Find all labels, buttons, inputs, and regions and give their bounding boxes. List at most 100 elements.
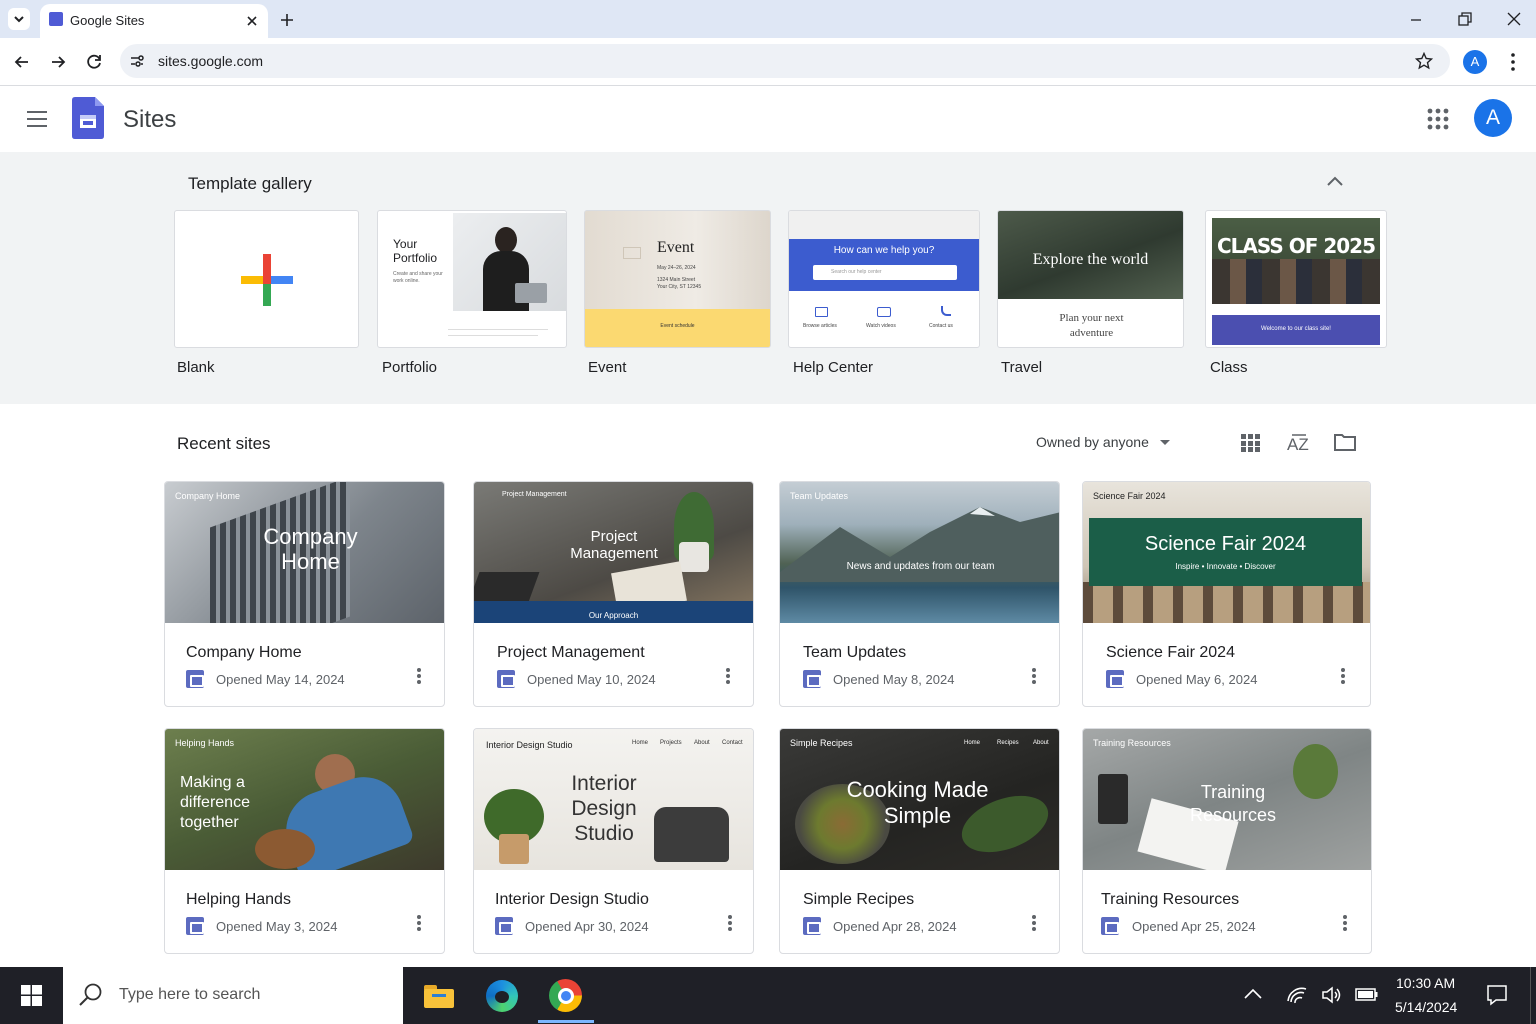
thumb-site-label: Project Management xyxy=(502,491,567,498)
phone-icon xyxy=(941,306,951,316)
sort-az-icon[interactable]: AZ xyxy=(1286,432,1310,454)
site-card-training-resources[interactable]: Training Resources Training Resources Tr… xyxy=(1082,728,1372,954)
chrome-browser-icon[interactable] xyxy=(549,979,582,1012)
wifi-icon[interactable] xyxy=(1286,985,1308,1005)
close-tab-icon[interactable] xyxy=(245,14,259,28)
thumb-footer: Our Approach xyxy=(588,611,639,620)
more-options-icon[interactable] xyxy=(1341,913,1349,935)
sites-doc-icon xyxy=(495,917,513,935)
site-card-interior-design[interactable]: Interior Design Studio Home Projects Abo… xyxy=(473,728,754,954)
template-blank[interactable] xyxy=(174,210,359,348)
more-options-icon[interactable] xyxy=(415,913,423,935)
help-thumb-link: Contact us xyxy=(929,323,953,329)
site-name: Interior Design Studio xyxy=(495,891,649,908)
more-options-icon[interactable] xyxy=(1339,666,1347,688)
thumb-nav-item: Recipes xyxy=(997,740,1019,746)
collapse-gallery-icon[interactable] xyxy=(1326,174,1344,188)
site-card-simple-recipes[interactable]: Simple Recipes Home Recipes About Cookin… xyxy=(779,728,1060,954)
owner-filter-dropdown[interactable]: Owned by anyone xyxy=(1036,434,1170,454)
grid-view-icon[interactable] xyxy=(1241,434,1261,452)
template-label: Event xyxy=(588,359,627,376)
close-window-icon[interactable] xyxy=(1505,10,1523,28)
event-thumb-date: May 24–26, 2024 xyxy=(657,265,696,271)
new-tab-icon[interactable] xyxy=(279,12,295,28)
browser-menu-icon[interactable] xyxy=(1506,52,1520,72)
help-thumb-search: Search our help center xyxy=(813,265,957,280)
template-travel[interactable]: Explore the world Plan your next adventu… xyxy=(997,210,1184,348)
restore-icon[interactable] xyxy=(1456,10,1474,28)
video-icon xyxy=(877,307,891,317)
browser-toolbar: sites.google.com A xyxy=(0,38,1536,86)
thumb-site-label: Team Updates xyxy=(790,491,849,501)
url-text: sites.google.com xyxy=(158,53,264,69)
thumb-nav-item: Projects xyxy=(660,740,682,746)
thumb-nav-item: Home xyxy=(964,740,981,746)
dropdown-arrow-icon xyxy=(1160,440,1170,445)
back-icon[interactable] xyxy=(12,52,32,72)
site-opened-date: Opened May 8, 2024 xyxy=(833,672,955,687)
main-menu-icon[interactable] xyxy=(26,108,48,130)
minimize-icon[interactable] xyxy=(1408,12,1424,28)
site-name: Science Fair 2024 xyxy=(1106,644,1235,661)
more-options-icon[interactable] xyxy=(724,666,732,688)
site-card-company-home[interactable]: Company Home Company Home Company Home O… xyxy=(164,481,445,707)
more-options-icon[interactable] xyxy=(1030,913,1038,935)
portfolio-thumb-sub: Create and share your work online. xyxy=(393,271,443,284)
site-opened-date: Opened May 3, 2024 xyxy=(216,919,338,934)
template-class[interactable]: CLASS OF 2025 Welcome to our class site! xyxy=(1205,210,1387,348)
sites-doc-icon xyxy=(1101,917,1119,935)
portfolio-photo xyxy=(453,213,566,311)
more-options-icon[interactable] xyxy=(726,913,734,935)
windows-start-icon[interactable] xyxy=(21,985,42,1006)
google-apps-icon[interactable] xyxy=(1427,108,1449,130)
browser-profile-avatar[interactable]: A xyxy=(1463,50,1487,74)
battery-icon[interactable] xyxy=(1355,987,1379,1003)
thumb-nav-item: Contact xyxy=(722,740,743,746)
app-header: Sites A xyxy=(0,86,1536,152)
site-thumbnail: Helping Hands Making a difference togeth… xyxy=(165,729,444,870)
thumb-headline: Company Home xyxy=(263,524,358,575)
file-explorer-icon[interactable] xyxy=(424,982,454,1008)
address-bar[interactable]: sites.google.com xyxy=(120,44,1450,78)
site-thumbnail: Training Resources Training Resources xyxy=(1083,729,1371,870)
show-hidden-icons-icon[interactable] xyxy=(1244,987,1262,1001)
site-card-team-updates[interactable]: Team Updates News and updates from our t… xyxy=(779,481,1060,707)
show-desktop-button[interactable] xyxy=(1530,967,1536,1024)
notifications-icon[interactable] xyxy=(1486,984,1508,1006)
bookmark-star-icon[interactable] xyxy=(1415,52,1433,70)
forward-icon[interactable] xyxy=(48,52,68,72)
sites-doc-icon xyxy=(497,670,515,688)
tab-search-button[interactable] xyxy=(8,8,30,30)
taskbar-search-box[interactable]: Type here to search xyxy=(63,967,403,1024)
sites-doc-icon xyxy=(186,917,204,935)
site-settings-icon[interactable] xyxy=(129,53,145,69)
thumb-headline: Cooking Made Simple xyxy=(846,777,989,828)
site-thumbnail: Team Updates News and updates from our t… xyxy=(780,482,1059,623)
site-opened-date: Opened May 6, 2024 xyxy=(1136,672,1258,687)
site-card-science-fair[interactable]: Science Fair 2024 Science Fair 2024 Insp… xyxy=(1082,481,1371,707)
edge-browser-icon[interactable] xyxy=(486,980,518,1012)
site-opened-date: Opened Apr 25, 2024 xyxy=(1132,919,1256,934)
event-thumb-footer: Event schedule xyxy=(660,323,695,329)
help-thumb-link: Watch videos xyxy=(866,323,896,329)
site-thumbnail: Science Fair 2024 Science Fair 2024 Insp… xyxy=(1083,482,1370,623)
thumb-tagline: Inspire • Innovate • Discover xyxy=(1175,562,1276,571)
class-thumb-footer: Welcome to our class site! xyxy=(1261,326,1331,332)
template-portfolio[interactable]: Your Portfolio Create and share your wor… xyxy=(377,210,567,348)
more-options-icon[interactable] xyxy=(1030,666,1038,688)
template-gallery: Template gallery Blank Your Portfolio Cr… xyxy=(0,152,1536,404)
event-thumb-title: Event xyxy=(657,239,695,256)
template-help-center[interactable]: How can we help you? Search our help cen… xyxy=(788,210,980,348)
more-options-icon[interactable] xyxy=(415,666,423,688)
thumb-headline: News and updates from our team xyxy=(846,561,995,572)
template-event[interactable]: Event May 24–26, 2024 1324 Main Street Y… xyxy=(584,210,771,348)
thumb-headline: Project Management xyxy=(570,528,658,563)
account-avatar[interactable]: A xyxy=(1474,99,1512,137)
volume-icon[interactable] xyxy=(1321,985,1343,1005)
site-card-project-management[interactable]: Project Management Project Management Ou… xyxy=(473,481,754,707)
site-card-helping-hands[interactable]: Helping Hands Making a difference togeth… xyxy=(164,728,445,954)
browser-tab[interactable]: Google Sites xyxy=(40,4,268,38)
reload-icon[interactable] xyxy=(84,52,104,72)
folder-icon[interactable] xyxy=(1334,433,1356,451)
thumb-nav-item: About xyxy=(1033,740,1049,746)
